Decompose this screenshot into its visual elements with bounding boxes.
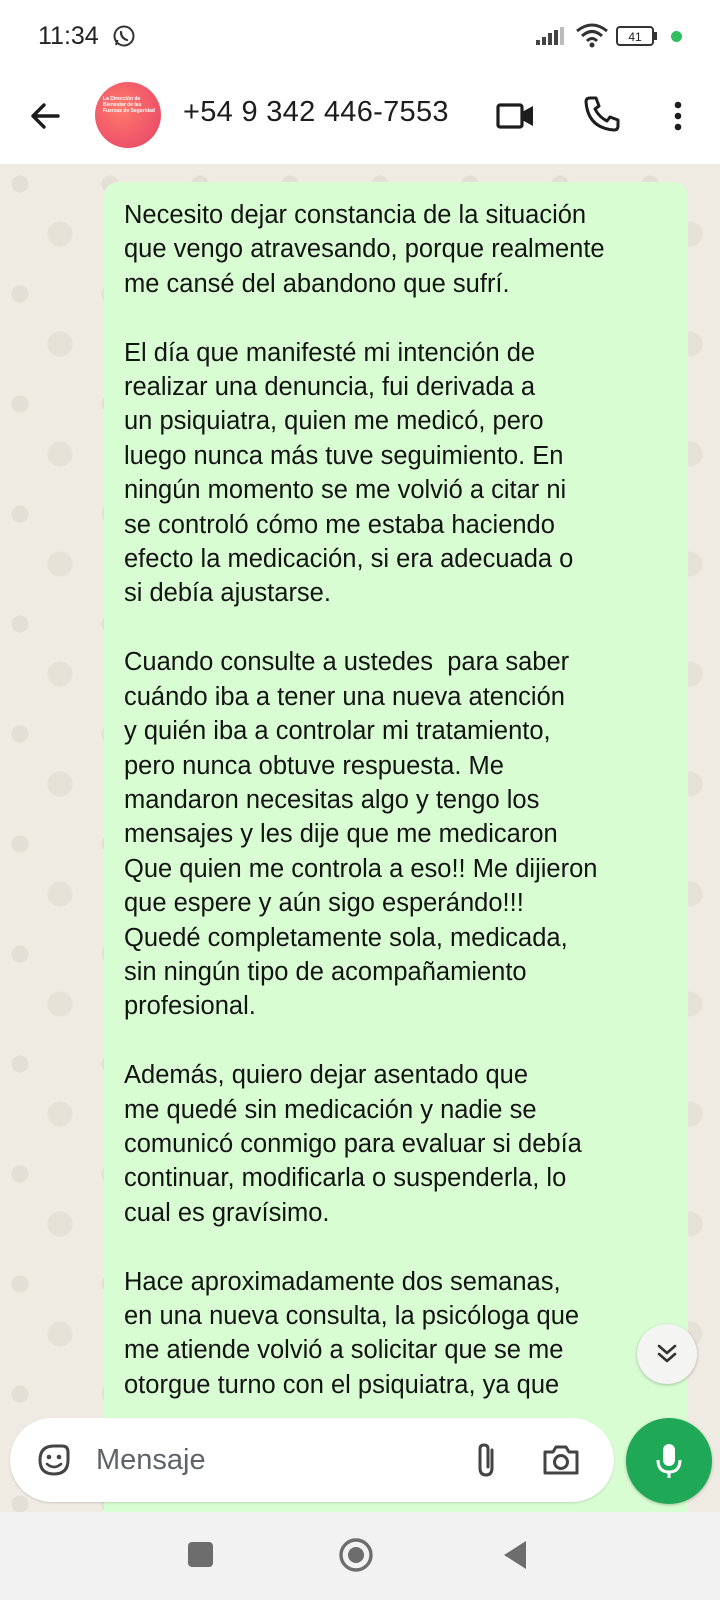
scroll-to-bottom-button[interactable]: [637, 1324, 697, 1384]
battery-icon: 41: [616, 26, 658, 46]
home-button[interactable]: [338, 1537, 374, 1573]
back-arrow-icon[interactable]: [24, 94, 68, 138]
chat-header: La Dirección de Bienestar de las Fuerzas…: [0, 72, 720, 164]
camera-icon[interactable]: [540, 1440, 582, 1480]
recents-button[interactable]: [188, 1542, 213, 1567]
message-bubble[interactable]: Necesito dejar constancia de la situació…: [104, 182, 688, 1512]
double-chevron-down-icon: [657, 1344, 677, 1363]
system-nav-bar: [0, 1512, 720, 1600]
nav-back-button[interactable]: [500, 1539, 530, 1571]
avatar[interactable]: La Dirección de Bienestar de las Fuerzas…: [95, 82, 161, 148]
mic-icon: [656, 1444, 682, 1478]
signal-icon: [536, 27, 564, 50]
attach-icon[interactable]: [468, 1440, 504, 1480]
chat-area[interactable]: Necesito dejar constancia de la situació…: [0, 164, 720, 1512]
sticker-icon[interactable]: [34, 1440, 74, 1480]
battery-level: 41: [628, 30, 642, 44]
message-input[interactable]: [96, 1438, 456, 1482]
mic-button[interactable]: [626, 1418, 712, 1504]
message-text: Necesito dejar constancia de la situació…: [124, 201, 605, 1399]
contact-name[interactable]: +54 9 342 446-7553: [183, 96, 449, 129]
more-vert-icon[interactable]: [664, 94, 692, 138]
notification-dot: [671, 31, 682, 42]
message-composer: [10, 1418, 614, 1502]
wifi-icon: [575, 22, 609, 53]
whatsapp-icon: [112, 24, 136, 48]
phone-icon[interactable]: [580, 92, 624, 136]
status-time: 11:34: [38, 22, 99, 50]
video-call-icon[interactable]: [494, 94, 538, 138]
avatar-caption: La Dirección de Bienestar de las Fuerzas…: [103, 96, 155, 114]
status-bar: 11:34 41: [0, 0, 720, 72]
